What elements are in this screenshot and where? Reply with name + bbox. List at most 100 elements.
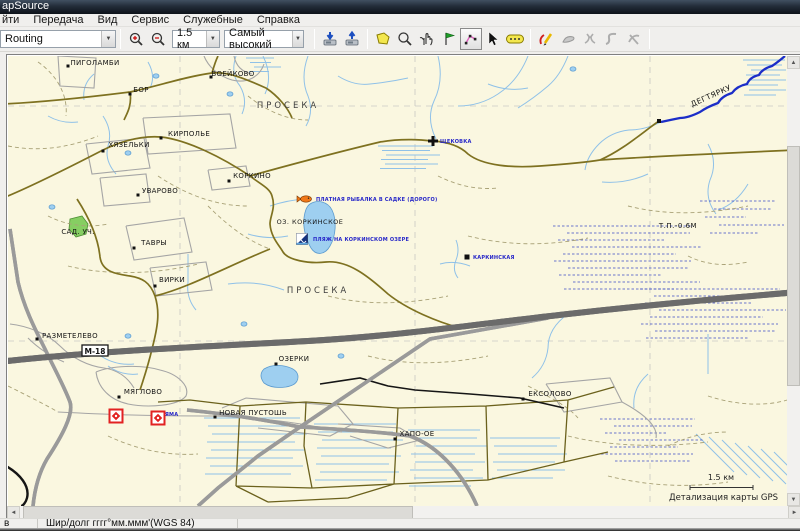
curve-tool-disabled xyxy=(601,28,623,50)
toolbar: Routing ▼ 1.5 км ▼ Самый высокий ▼ xyxy=(0,27,800,52)
menu-item-5[interactable]: Служебные xyxy=(176,14,250,26)
menu-item-3[interactable]: Вид xyxy=(91,14,125,26)
menu-item-1[interactable]: йти xyxy=(0,14,26,26)
map-scale-combo[interactable]: 1.5 км ▼ xyxy=(172,30,220,48)
map-label: ОЗ. КОРКИНСКОЕ xyxy=(277,218,344,226)
city-dot xyxy=(137,194,140,197)
toolbar-separator xyxy=(367,29,368,49)
city-dot xyxy=(67,65,70,68)
status-bar: в Шир/долг гггг°мм.ммм'(WGS 84) xyxy=(0,518,800,528)
vertical-scrollbar[interactable]: ▲ ▼ xyxy=(787,56,800,506)
city-label: КОРКИНО xyxy=(233,172,271,180)
menu-bar: йтиПередачаВидСервисСлужебныеСправка xyxy=(0,14,800,27)
poi-label: ЯМА xyxy=(165,412,178,418)
lake-ozerki xyxy=(261,365,298,387)
city-label: БОР xyxy=(133,86,148,94)
chevron-down-icon[interactable]: ▼ xyxy=(101,31,115,47)
scale-distance-label: 1.5 км xyxy=(708,473,734,482)
city-label: ХЯЗЕЛЬКИ xyxy=(108,141,149,149)
window-title: apSource xyxy=(2,0,49,12)
city-dot xyxy=(36,338,39,341)
track-tool-disabled xyxy=(623,28,645,50)
mapsource-window: apSource йтиПередачаВидСервисСлужебныеСп… xyxy=(0,0,800,531)
city-label: ВОЕЙКОВО xyxy=(211,69,254,78)
city-dot xyxy=(129,93,132,96)
city-label: ТАВРЫ xyxy=(140,239,167,247)
city-dot xyxy=(154,285,157,288)
route-edit-tool-button[interactable] xyxy=(535,28,557,50)
toolbar-separator xyxy=(649,29,650,49)
selection-arrow-tool-button[interactable] xyxy=(482,28,504,50)
scroll-down-button[interactable]: ▼ xyxy=(787,493,800,506)
map-canvas[interactable]: ПИГОЛАМБИ ВОЕЙКОВО БОР КИРПОЛЬЕ ХЯЗЕЛЬКИ КОРК… xyxy=(8,56,787,506)
map-graphic[interactable]: ПИГОЛАМБИ ВОЕЙКОВО БОР КИРПОЛЬЕ ХЯЗЕЛЬКИ КОРК… xyxy=(8,56,787,506)
title-bar[interactable]: apSource xyxy=(0,0,800,14)
city-label: УВАРОВО xyxy=(142,187,178,195)
poi-label: ЩЕКОВКА xyxy=(440,139,472,145)
route-select-combo[interactable]: Routing ▼ xyxy=(0,30,116,48)
zoom-in-button[interactable] xyxy=(125,28,147,50)
menu-item-2[interactable]: Передача xyxy=(26,14,90,26)
city-dot xyxy=(214,416,217,419)
highway-shield: М-18 xyxy=(82,345,108,356)
chevron-down-icon[interactable]: ▼ xyxy=(206,31,219,47)
city-label: РАЗМЕТЕЛЕВО xyxy=(42,332,98,340)
pan-hand-tool-button[interactable] xyxy=(416,28,438,50)
city-label: ПИГОЛАМБИ xyxy=(70,59,119,67)
route-split-tool-disabled xyxy=(579,28,601,50)
city-label: КИРПОЛЬЕ xyxy=(168,130,210,138)
city-label: САД. УЧ. xyxy=(61,228,94,236)
city-label: МЯГЛОВО xyxy=(124,388,163,396)
detail-level-combo[interactable]: Самый высокий ▼ xyxy=(224,30,304,48)
city-dot xyxy=(522,398,525,401)
zoom-tool-button[interactable] xyxy=(394,28,416,50)
vertical-scroll-thumb[interactable] xyxy=(787,146,800,386)
waypoint-flag-tool-button[interactable] xyxy=(438,28,460,50)
status-left-cell: в xyxy=(0,519,38,528)
scroll-up-button[interactable]: ▲ xyxy=(787,56,800,69)
alert-waypoint-icon[interactable] xyxy=(110,410,123,423)
poi-label: КАРКИНСКАЯ xyxy=(473,255,515,261)
city-dot xyxy=(228,180,231,183)
area-label: ПРОСЕКА xyxy=(257,101,319,111)
detail-combo-value: Самый высокий xyxy=(229,27,292,51)
route-combo-value: Routing xyxy=(5,33,43,45)
route-join-tool-disabled xyxy=(557,28,579,50)
menu-item-6[interactable]: Справка xyxy=(250,14,307,26)
toolbar-separator xyxy=(120,29,121,49)
map-detail-caption: Детализация карты GPS xyxy=(669,493,778,503)
city-dot xyxy=(394,438,397,441)
area-label: ПРОСЕКА xyxy=(287,286,349,296)
poi-label: ПЛЯЖ НА КОРКИНСКОМ ОЗЕРЕ xyxy=(313,237,410,243)
square-waypoint-icon[interactable] xyxy=(465,255,470,260)
beach-poi-icon[interactable] xyxy=(297,234,308,245)
city-label: ХАПО-ОЕ xyxy=(400,430,435,438)
city-label: НОВАЯ ПУСТОШЬ xyxy=(219,409,287,417)
scale-combo-value: 1.5 км xyxy=(177,27,206,51)
toolbar-separator xyxy=(314,29,315,49)
zoom-out-button[interactable] xyxy=(147,28,169,50)
city-dot xyxy=(160,137,163,140)
chevron-down-icon[interactable]: ▼ xyxy=(292,31,303,47)
map-dot xyxy=(657,119,661,123)
toolbar-separator xyxy=(530,29,531,49)
map-label: Т.П.-0.6М xyxy=(658,222,697,230)
city-dot xyxy=(102,150,105,153)
city-label: ОЗЕРКИ xyxy=(279,355,310,363)
coordinate-format-cell: Шир/долг гггг°мм.ммм'(WGS 84) xyxy=(38,519,238,528)
city-dot xyxy=(275,363,278,366)
map-select-tool-button[interactable] xyxy=(372,28,394,50)
alert-waypoint-icon[interactable] xyxy=(152,412,165,425)
map-background xyxy=(8,56,787,506)
send-to-device-button[interactable] xyxy=(319,28,341,50)
receive-from-device-button[interactable] xyxy=(341,28,363,50)
city-dot xyxy=(133,247,136,250)
menu-item-4[interactable]: Сервис xyxy=(124,14,176,26)
map-frame: ПИГОЛАМБИ ВОЕЙКОВО БОР КИРПОЛЬЕ ХЯЗЕЛЬКИ КОРК… xyxy=(6,54,800,518)
route-tool-button[interactable] xyxy=(460,28,482,50)
city-label: ЕКСОЛОВО xyxy=(528,390,571,398)
city-dot xyxy=(118,396,121,399)
measure-distance-tool-button[interactable] xyxy=(504,28,526,50)
city-label: ВИРКИ xyxy=(159,276,185,284)
poi-label: ПЛАТНАЯ РЫБАЛКА В САДКЕ (ДОРОГО) xyxy=(316,197,437,203)
